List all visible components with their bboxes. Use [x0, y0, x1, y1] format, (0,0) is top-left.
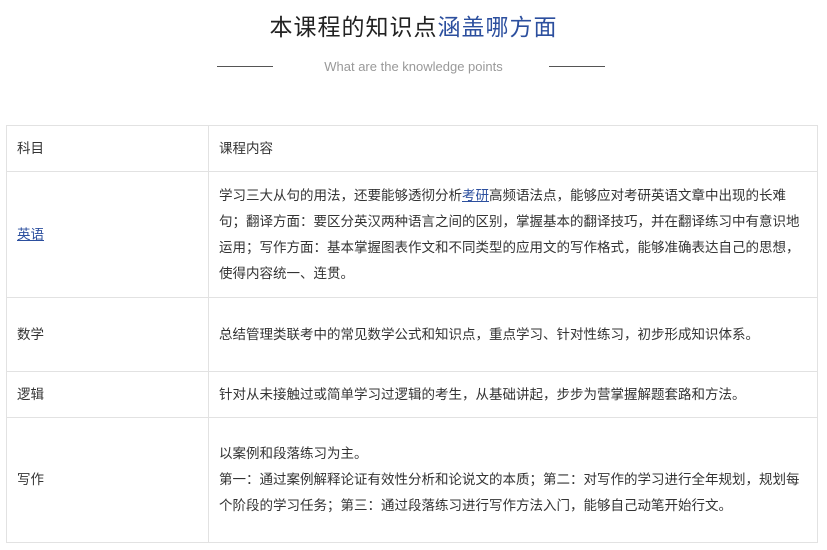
table-row: 写作 以案例和段落练习为主。第一：通过案例解释论证有效性分析和论说文的本质；第二…: [6, 417, 818, 543]
content-cell: 总结管理类联考中的常见数学公式和知识点，重点学习、针对性练习，初步形成知识体系。: [208, 297, 818, 372]
knowledge-table: 科目 课程内容 英语 学习三大从句的用法，还要能够透彻分析考研高频语法点，能够应…: [6, 125, 818, 543]
column-header-subject: 科目: [6, 125, 209, 172]
page-subtitle: What are the knowledge points: [324, 59, 503, 74]
page-title-accent: 涵盖哪方面: [437, 15, 558, 41]
subtitle-divider-right: [549, 66, 605, 67]
page-title: 本课程的知识点涵盖哪方面: [0, 10, 827, 46]
table-header-row: 科目 课程内容: [6, 125, 818, 172]
content-cell: 针对从未接触过或简单学习过逻辑的考生，从基础讲起，步步为营掌握解题套路和方法。: [208, 371, 818, 418]
subject-cell: 数学: [6, 297, 209, 372]
content-text-pre: 学习三大从句的用法，还要能够透彻分析: [219, 187, 462, 204]
content-line-2: 第一：通过案例解释论证有效性分析和论说文的本质；第二：对写作的学习进行全年规划，…: [219, 472, 800, 514]
table-row: 逻辑 针对从未接触过或简单学习过逻辑的考生，从基础讲起，步步为营掌握解题套路和方…: [6, 371, 818, 418]
page-title-main: 本课程的知识点: [269, 15, 438, 41]
subject-cell: 逻辑: [6, 371, 209, 418]
table-row: 数学 总结管理类联考中的常见数学公式和知识点，重点学习、针对性练习，初步形成知识…: [6, 297, 818, 372]
subtitle-row: What are the knowledge points: [0, 56, 827, 78]
content-cell: 以案例和段落练习为主。第一：通过案例解释论证有效性分析和论说文的本质；第二：对写…: [208, 417, 818, 543]
subject-cell: 英语: [6, 171, 209, 298]
content-line-1: 以案例和段落练习为主。: [219, 446, 368, 462]
column-header-content: 课程内容: [208, 125, 818, 172]
subject-link-english[interactable]: 英语: [17, 227, 44, 243]
subject-cell: 写作: [6, 417, 209, 543]
content-cell: 学习三大从句的用法，还要能够透彻分析考研高频语法点，能够应对考研英语文章中出现的…: [208, 171, 818, 298]
inline-link-kaoyan[interactable]: 考研: [462, 188, 489, 204]
table-row: 英语 学习三大从句的用法，还要能够透彻分析考研高频语法点，能够应对考研英语文章中…: [6, 171, 818, 298]
